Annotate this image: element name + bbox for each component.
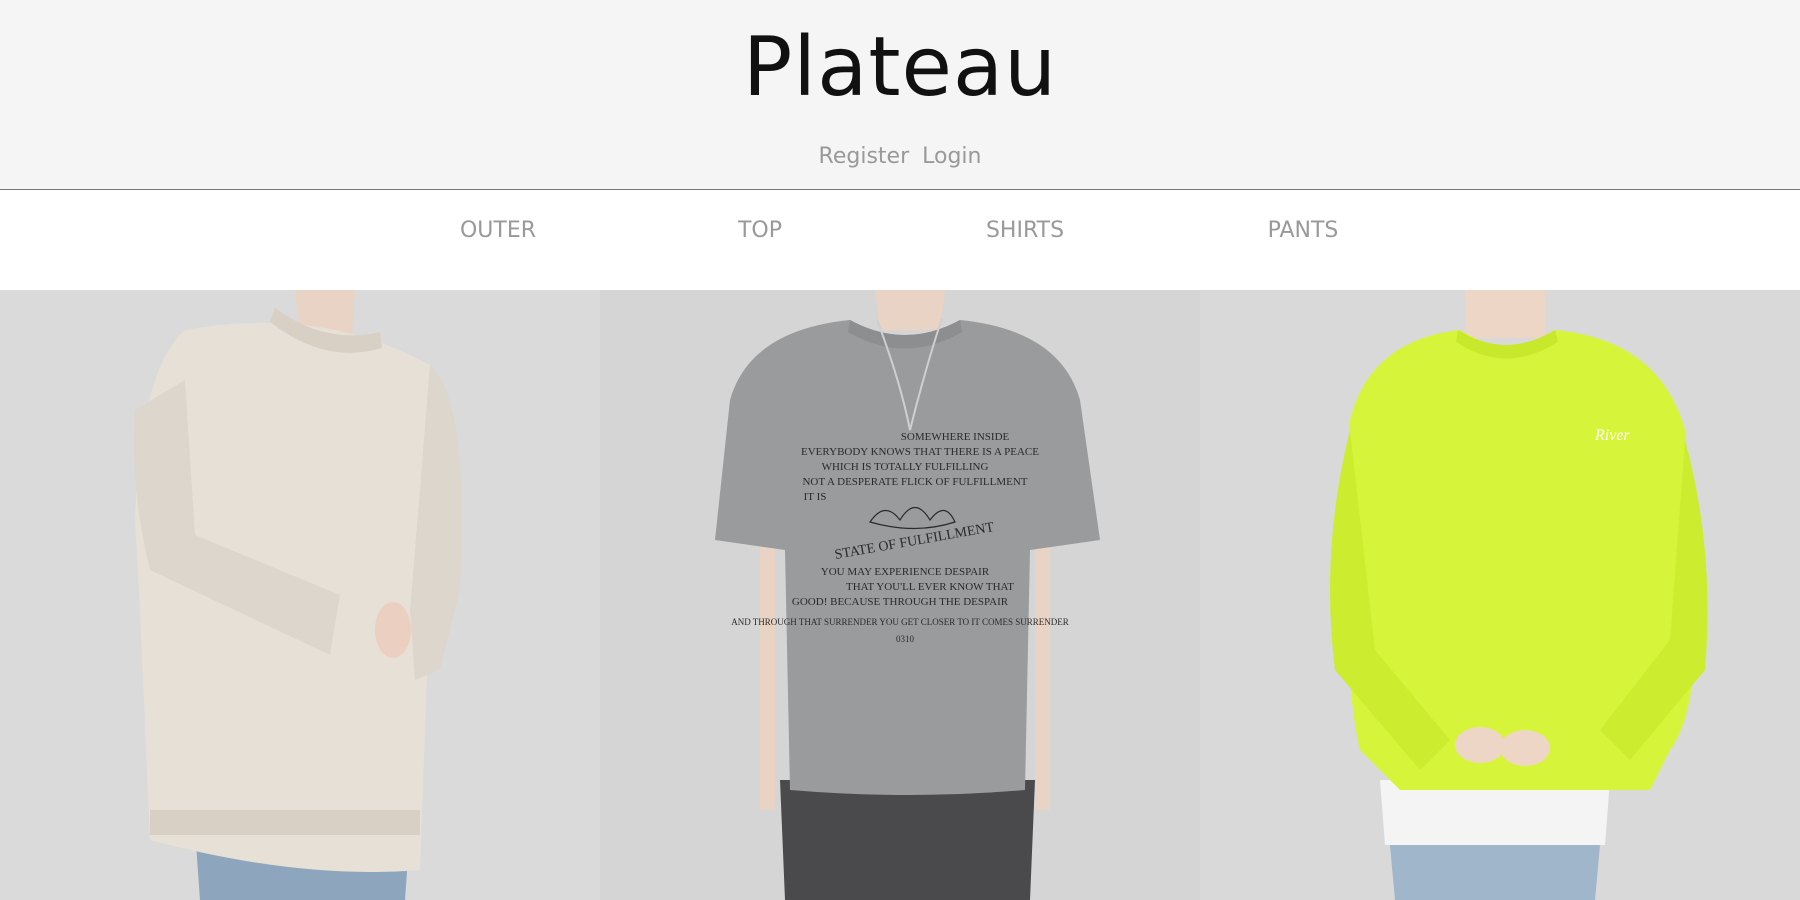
tee-print-line-4: NOT A DESPERATE FLICK OF FULFILLMENT — [802, 476, 1027, 488]
tee-print-line-11: 0310 — [896, 634, 915, 644]
tee-print-line-9: GOOD! BECAUSE THROUGH THE DESPAIR — [792, 596, 1009, 608]
product-card-tee[interactable]: SOMEWHERE INSIDE EVERYBODY KNOWS THAT TH… — [600, 290, 1200, 900]
product-card-sweatshirt[interactable]: River — [1200, 290, 1800, 900]
site-header: Plateau Register Login — [0, 0, 1800, 190]
product-card-sweater[interactable] — [0, 290, 600, 900]
nav-item-shirts[interactable]: SHIRTS — [986, 218, 1064, 243]
nav-item-top[interactable]: TOP — [738, 218, 782, 243]
nav-item-outer[interactable]: OUTER — [460, 218, 536, 243]
login-link[interactable]: Login — [922, 144, 981, 169]
tee-print-line-8: THAT YOU'LL EVER KNOW THAT — [846, 581, 1014, 593]
sweatshirt-chest-logo: River — [1594, 427, 1630, 444]
product-gallery: SOMEWHERE INSIDE EVERYBODY KNOWS THAT TH… — [0, 290, 1800, 900]
category-nav: OUTER TOP SHIRTS PANTS — [0, 190, 1800, 290]
site-logo[interactable]: Plateau — [0, 18, 1800, 118]
product-image-sweatshirt: River — [1200, 290, 1800, 900]
tee-print-line-10: AND THROUGH THAT SURRENDER YOU GET CLOSE… — [731, 617, 1069, 627]
nav-item-pants[interactable]: PANTS — [1268, 218, 1339, 243]
auth-links: Register Login — [0, 144, 1800, 169]
tee-print-line-1: SOMEWHERE INSIDE — [901, 431, 1010, 443]
tee-print-line-2: EVERYBODY KNOWS THAT THERE IS A PEACE — [801, 446, 1039, 458]
tee-print-line-7: YOU MAY EXPERIENCE DESPAIR — [821, 566, 990, 578]
register-link[interactable]: Register — [819, 144, 910, 169]
product-image-sweater — [0, 290, 600, 900]
product-image-tee: SOMEWHERE INSIDE EVERYBODY KNOWS THAT TH… — [600, 290, 1200, 900]
tee-print-line-5: IT IS — [804, 491, 827, 503]
tee-print-line-3: WHICH IS TOTALLY FULFILLING — [822, 461, 989, 473]
